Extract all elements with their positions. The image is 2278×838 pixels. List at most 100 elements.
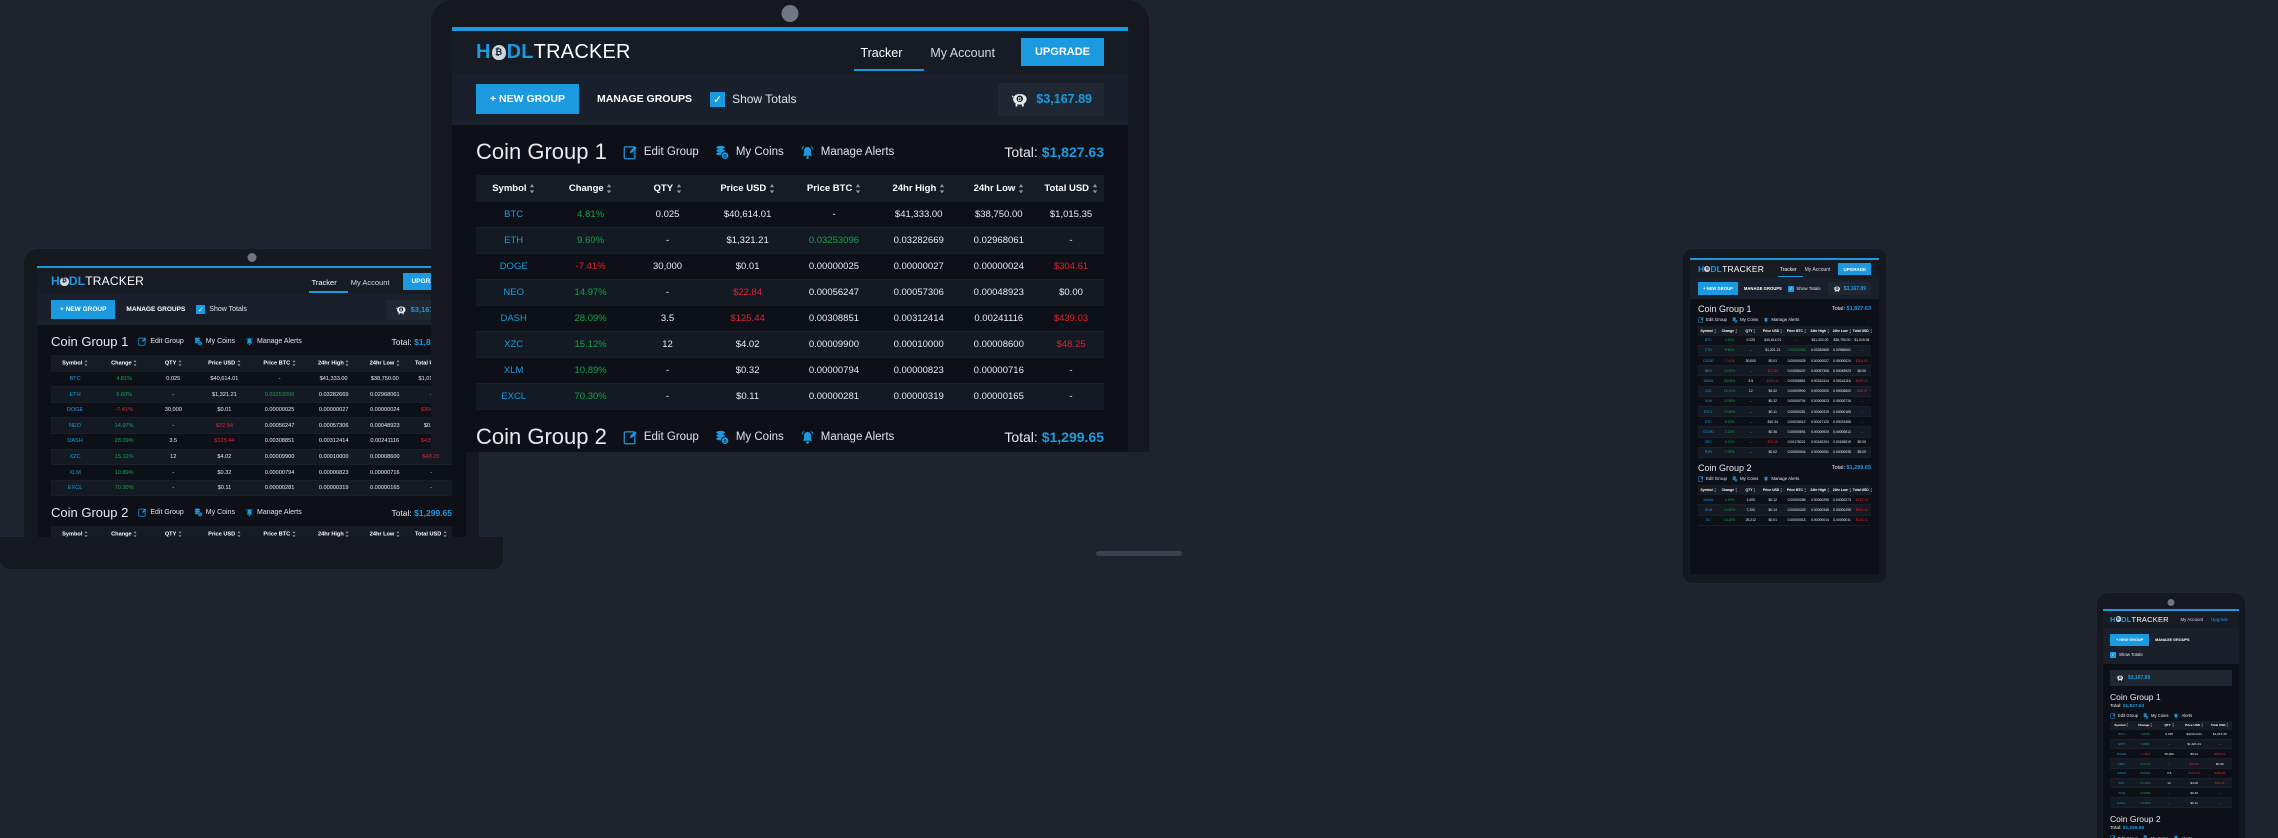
table-row[interactable]: NEO 14.97% - $22.84 0.00056247 0.00057306 0.00…: [51, 417, 452, 434]
cell-symbol[interactable]: NEO: [51, 418, 99, 434]
column-header-total-usd[interactable]: Total USD: [1038, 175, 1104, 202]
cell-symbol[interactable]: XZC: [51, 449, 99, 465]
cell-symbol[interactable]: STORJ: [1698, 427, 1719, 437]
column-header-price-usd[interactable]: Price USD: [705, 175, 790, 202]
sort-icon[interactable]: [1735, 328, 1738, 333]
edit-group-action[interactable]: Edit Group: [138, 337, 184, 346]
checkbox-checked-icon[interactable]: ✓: [1787, 285, 1794, 292]
cell-symbol[interactable]: ETH: [1698, 345, 1719, 355]
column-header-total-usd[interactable]: Total USD: [1853, 485, 1873, 495]
edit-group-action[interactable]: Edit Group: [2110, 713, 2138, 719]
table-row[interactable]: ETH 9.60% - $1,321.21 0.03253096 0.03282669 0.…: [1698, 345, 1871, 356]
table-row[interactable]: ETH 9.60% - $1,321.21 0.03253096 0.03282669 0.…: [476, 227, 1104, 254]
column-header-symbol[interactable]: Symbol: [51, 355, 99, 372]
table-row[interactable]: EXCL 70.30% - $0.11 0.00000281 0.00000319 0.00…: [476, 383, 1104, 410]
table-row[interactable]: BTC 4.81% 0.025 $40,614.01 - $41,333.00 $38,75…: [51, 372, 452, 387]
manage-groups-button[interactable]: MANAGE GROUPS: [126, 306, 185, 313]
sort-icon[interactable]: [1804, 328, 1807, 333]
cell-symbol[interactable]: NEO: [1698, 366, 1719, 376]
nav-my-account[interactable]: My Account: [2176, 617, 2207, 622]
sort-icon[interactable]: [237, 360, 241, 367]
cell-symbol[interactable]: BTC: [1698, 336, 1719, 346]
cell-symbol[interactable]: BTC: [2110, 730, 2133, 739]
column-header-24hr-low[interactable]: 24hr Low: [1831, 326, 1853, 336]
table-row[interactable]: XLM 10.89% - $0.32 0.00000794 0.00000823 0.000…: [51, 465, 452, 481]
app-logo[interactable]: H ₿ DL TRACKER: [476, 41, 631, 64]
edit-group-action[interactable]: Edit Group: [138, 508, 184, 518]
table-row[interactable]: ETC 8.10% - $10.34 0.00026012 0.00027120 0.000…: [1698, 417, 1871, 427]
sort-icon[interactable]: [345, 360, 349, 367]
manage-alerts-action[interactable]: Manage Alerts: [1763, 316, 1799, 323]
sort-icon[interactable]: [1092, 183, 1098, 194]
table-row[interactable]: EXCL 70.30% - $0.11 0.00000281 0.00000319 0.00…: [1698, 406, 1871, 417]
column-header-24hr-low[interactable]: 24hr Low: [960, 175, 1039, 202]
column-header-qty[interactable]: QTY: [1740, 485, 1761, 495]
cell-symbol[interactable]: DOGE: [1698, 356, 1719, 366]
table-row[interactable]: XZC 15.12% 12 $4.02 0.00009900 0.00010000 0.00…: [1698, 386, 1871, 397]
sort-icon[interactable]: [396, 360, 400, 367]
column-header-price-btc[interactable]: Price BTC: [790, 175, 878, 202]
sort-icon[interactable]: [292, 360, 296, 367]
show-totals-toggle[interactable]: ✓ Show Totals: [1787, 285, 1821, 292]
sort-icon[interactable]: [1753, 487, 1756, 493]
table-row[interactable]: NEO 14.97% - $22.84 0.00056247 0.00057306 0.00…: [476, 279, 1104, 306]
table-row[interactable]: ETH 9.60% - $1,321.21 -: [2110, 739, 2232, 749]
cell-symbol[interactable]: DOGE: [476, 254, 551, 280]
sort-icon[interactable]: [2201, 723, 2203, 728]
edit-group-action[interactable]: Edit Group: [623, 145, 699, 160]
sort-icon[interactable]: [1848, 328, 1852, 333]
sort-icon[interactable]: [676, 183, 682, 194]
nav-tracker[interactable]: Tracker: [305, 270, 348, 293]
cell-symbol[interactable]: XZC: [2110, 778, 2133, 788]
cell-symbol[interactable]: XLM: [51, 465, 99, 481]
new-group-button[interactable]: + NEW GROUP: [2110, 633, 2150, 646]
column-header-24hr-high[interactable]: 24hr High: [1809, 326, 1831, 336]
cell-symbol[interactable]: XZC: [1698, 386, 1719, 396]
table-row[interactable]: DASH 28.09% 3.5 $125.44 0.00308851 0.00312414…: [1698, 376, 1871, 387]
table-row[interactable]: DASH 28.09% 3.5 $125.44 $439.03: [2110, 768, 2232, 779]
table-row[interactable]: DASH 28.09% 3.5 $125.44 0.00308851 0.00312414…: [51, 434, 452, 450]
nav-tracker[interactable]: Tracker: [846, 33, 925, 71]
table-row[interactable]: NEO 14.97% - $22.84 $0.00: [2110, 758, 2232, 769]
manage-alerts-action[interactable]: Manage Alerts: [245, 508, 302, 517]
nav-my-account[interactable]: My Account: [344, 270, 397, 293]
column-header-24hr-low[interactable]: 24hr Low: [1831, 485, 1853, 495]
cell-symbol[interactable]: ZEC: [1698, 437, 1719, 447]
table-row[interactable]: GLM 14.92% 7,200 $0.14 0.00000339 0.00000348 0…: [1698, 504, 1871, 515]
cell-symbol[interactable]: XZC: [476, 332, 551, 358]
sort-icon[interactable]: [1827, 328, 1830, 333]
cell-symbol[interactable]: DASH: [476, 306, 551, 332]
manage-alerts-action[interactable]: Manage Alerts: [1763, 476, 1799, 482]
cell-symbol[interactable]: ETH: [2110, 739, 2133, 749]
sort-icon[interactable]: [1870, 487, 1873, 493]
checkbox-checked-icon[interactable]: ✓: [196, 305, 206, 314]
sort-icon[interactable]: [529, 183, 535, 194]
column-header-price-usd[interactable]: Price USD: [1761, 485, 1784, 495]
table-row[interactable]: EXCL 70.30% - $0.11 0.00000281 0.00000319 0.00…: [51, 480, 452, 496]
sort-icon[interactable]: [1714, 328, 1717, 333]
table-row[interactable]: DOGE -7.41% 30,000 $0.01 0.00000025 0.0000002…: [51, 402, 452, 418]
table-row[interactable]: DOGE -7.41% 30,000 $0.01 $304.61: [2110, 749, 2232, 759]
column-header-price-btc[interactable]: Price BTC: [251, 355, 307, 372]
my-coins-action[interactable]: BMy Coins: [1732, 476, 1758, 482]
sort-icon[interactable]: [1848, 487, 1852, 493]
column-header-price-btc[interactable]: Price BTC: [1784, 485, 1808, 495]
checkbox-checked-icon[interactable]: ✓: [2110, 651, 2116, 658]
cell-symbol[interactable]: DASH: [51, 434, 99, 450]
portfolio-total-box[interactable]: B $3,167.89: [1828, 282, 1871, 295]
upgrade-button[interactable]: UPGRADE: [1020, 38, 1104, 66]
cell-symbol[interactable]: XLM: [1698, 396, 1719, 406]
table-row[interactable]: XZC 15.12% 12 $4.02 $48.25: [2110, 778, 2232, 788]
my-coins-action[interactable]: BMy Coins: [1732, 316, 1758, 323]
my-coins-action[interactable]: BMy Coins: [194, 508, 235, 518]
cell-symbol[interactable]: RVN: [1698, 447, 1719, 457]
table-row[interactable]: DOGE -7.41% 30,000 $0.01 0.00000025 0.0000002…: [1698, 356, 1871, 366]
app-logo[interactable]: H ₿ DL TRACKER: [51, 274, 144, 288]
table-row[interactable]: XLM 10.89% - $0.32 0.00000794 0.00000823 0.000…: [1698, 396, 1871, 407]
table-row[interactable]: XLM 10.89% - $0.32 -: [2110, 788, 2232, 798]
sort-icon[interactable]: [1735, 487, 1738, 493]
new-group-button[interactable]: + NEW GROUP: [1698, 282, 1738, 295]
nav-my-account[interactable]: My Account: [916, 33, 1009, 71]
manage-alerts-action[interactable]: Manage Alerts: [800, 145, 894, 160]
cell-symbol[interactable]: EXCL: [476, 384, 551, 410]
